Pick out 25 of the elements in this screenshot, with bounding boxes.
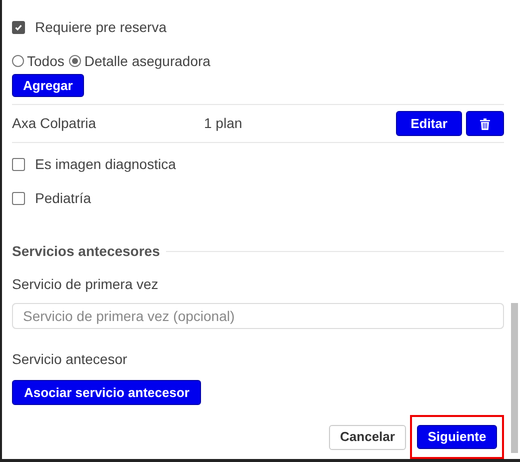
next-button[interactable]: Siguiente bbox=[417, 425, 497, 449]
radio-button[interactable] bbox=[12, 55, 24, 67]
associate-button[interactable]: Asociar servicio antecesor bbox=[12, 380, 202, 405]
section-heading: Servicios antecesores bbox=[12, 242, 160, 261]
radio-button[interactable] bbox=[69, 55, 82, 67]
delete-button[interactable] bbox=[466, 111, 504, 136]
add-button[interactable]: Agregar bbox=[12, 74, 84, 98]
plan-count: 1 plan bbox=[204, 114, 244, 133]
checkbox[interactable] bbox=[12, 20, 25, 34]
checkbox-label: Requiere pre reserva bbox=[35, 18, 167, 37]
radio-label: Todos bbox=[27, 52, 64, 70]
trash-icon bbox=[480, 118, 490, 130]
checkbox-label: Es imagen diagnostica bbox=[35, 154, 176, 174]
checkbox-label: Pediatría bbox=[35, 188, 92, 208]
field-label: Servicio de primera vez bbox=[12, 275, 160, 294]
input-field[interactable]: Servicio de primera vez (opcional) bbox=[12, 303, 504, 329]
checkbox[interactable] bbox=[12, 158, 25, 170]
check-icon bbox=[14, 22, 23, 32]
field-label: Servicio antecesor bbox=[12, 350, 128, 369]
radio-label: Detalle aseguradora bbox=[84, 52, 210, 71]
checkbox[interactable] bbox=[12, 192, 25, 204]
scrollbar-thumb[interactable] bbox=[511, 303, 518, 453]
edit-button[interactable]: Editar bbox=[396, 111, 462, 136]
cancel-button[interactable]: Cancelar bbox=[329, 424, 406, 450]
insurer-name: Axa Colpatria bbox=[12, 114, 98, 133]
